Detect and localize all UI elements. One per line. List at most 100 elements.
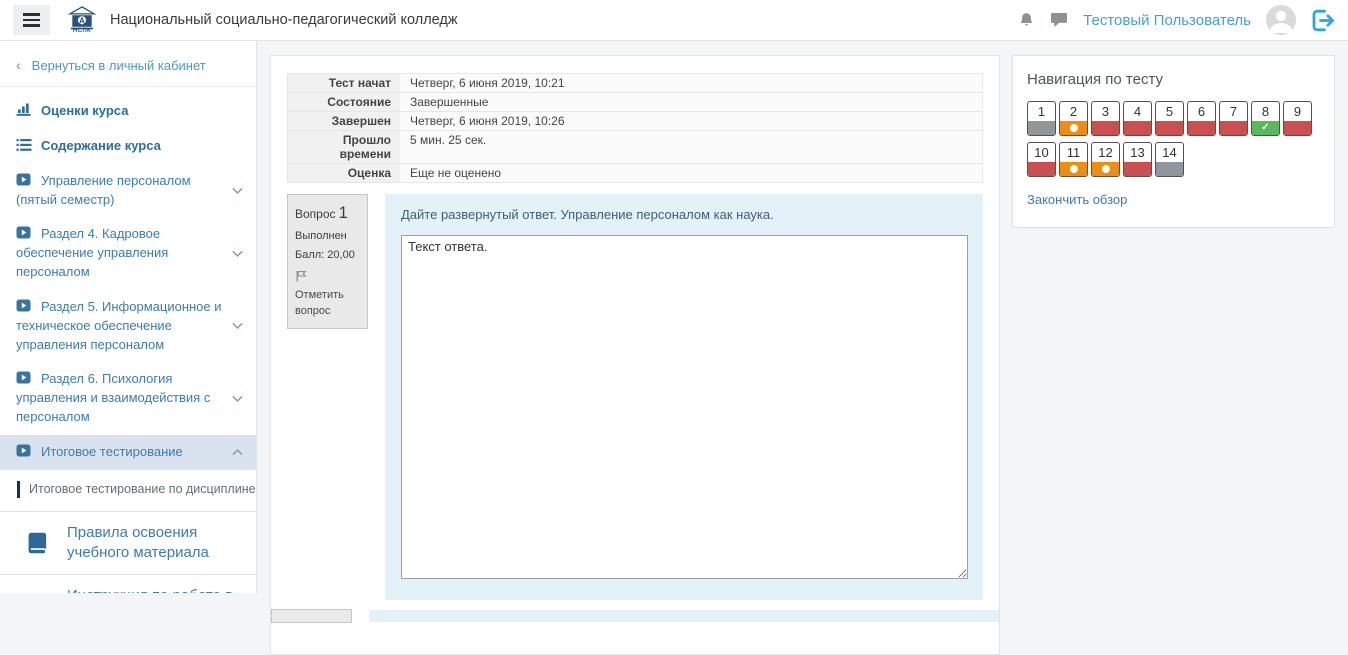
quiz-nav-number: 5 xyxy=(1156,102,1183,121)
sidebar-resource-label: Инструкция по работе в системе обучения xyxy=(67,586,242,593)
summary-label: Состояние xyxy=(288,93,400,111)
summary-row: ОценкаЕще не оценено xyxy=(288,164,982,183)
quiz-nav-grid: 12345678✓91011121314 xyxy=(1027,101,1317,177)
sidebar-item-label: Раздел 5. Информационное и техническое о… xyxy=(16,299,222,352)
summary-row: Тест начатЧетверг, 6 июня 2019, 10:21 xyxy=(288,74,982,93)
sidebar-subitem-label: Итоговое тестирование по дисциплине xyxy=(29,482,256,496)
quiz-nav-button[interactable]: 5 xyxy=(1155,101,1184,136)
play-icon xyxy=(16,172,32,187)
quiz-nav-number: 11 xyxy=(1060,143,1087,162)
book-icon xyxy=(21,529,53,557)
top-bar: А НСПК Национальный социально-педагогиче… xyxy=(0,0,1348,41)
hamburger-menu-button[interactable] xyxy=(13,5,50,35)
chevron-down-icon[interactable] xyxy=(232,250,243,257)
quiz-nav-state-partial xyxy=(1092,162,1119,176)
quiz-nav-state-pending xyxy=(1156,162,1183,176)
quiz-navigation-title: Навигация по тесту xyxy=(1027,71,1320,88)
quiz-review-panel: Тест начатЧетверг, 6 июня 2019, 10:21Сос… xyxy=(270,55,1000,655)
sidebar-subitem-active[interactable]: Итоговое тестирование по дисциплине xyxy=(0,472,256,511)
sidebar-item-label: Раздел 6. Психология управления и взаимо… xyxy=(16,371,210,424)
sidebar-item[interactable]: Оценки курса xyxy=(0,94,256,129)
college-logo-icon: А xyxy=(68,6,96,30)
quiz-nav-button[interactable]: 3 xyxy=(1091,101,1120,136)
quiz-nav-button[interactable]: 1 xyxy=(1027,101,1056,136)
sidebar-item-label: Управление персоналом (пятый семестр) xyxy=(16,173,191,207)
quiz-nav-number: 6 xyxy=(1188,102,1215,121)
quiz-navigation-panel: Навигация по тесту 12345678✓91011121314 … xyxy=(1012,55,1335,228)
quiz-nav-button[interactable]: 11 xyxy=(1059,142,1088,177)
college-logo[interactable]: А НСПК xyxy=(66,6,98,34)
summary-label: Прошло времени xyxy=(288,131,400,163)
college-logo-text: НСПК xyxy=(73,28,91,34)
answer-textarea[interactable]: Текст ответа. xyxy=(401,235,968,579)
notifications-button[interactable] xyxy=(1018,12,1035,29)
quiz-nav-state-correct: ✓ xyxy=(1252,121,1279,135)
quiz-nav-button[interactable]: 7 xyxy=(1219,101,1248,136)
next-question-content xyxy=(369,610,999,622)
quiz-nav-button[interactable]: 14 xyxy=(1155,142,1184,177)
quiz-nav-button[interactable]: 4 xyxy=(1123,101,1152,136)
sidebar-item[interactable]: Содержание курса xyxy=(0,129,256,164)
sidebar-item-label: Итоговое тестирование xyxy=(41,444,183,459)
next-question-block-partial xyxy=(271,609,999,623)
back-to-dashboard-link[interactable]: ‹Вернуться в личный кабинет xyxy=(0,41,256,86)
play-icon xyxy=(16,298,32,313)
quiz-nav-state-partial xyxy=(1060,162,1087,176)
quiz-nav-button[interactable]: 13 xyxy=(1123,142,1152,177)
summary-label: Тест начат xyxy=(288,74,400,92)
sidebar: ‹Вернуться в личный кабинет Оценки курса… xyxy=(0,41,257,593)
sidebar-resource-link[interactable]: Правила освоения учебного материала xyxy=(0,512,256,576)
sidebar-resource-label: Правила освоения учебного материала xyxy=(67,523,242,564)
quiz-nav-button[interactable]: 2 xyxy=(1059,101,1088,136)
sidebar-item[interactable]: Управление персоналом (пятый семестр) xyxy=(0,164,256,218)
bell-icon xyxy=(1018,12,1035,29)
quiz-nav-button[interactable]: 12 xyxy=(1091,142,1120,177)
quiz-nav-button[interactable]: 8✓ xyxy=(1251,101,1280,136)
summary-label: Оценка xyxy=(288,164,400,182)
question-mark: Балл: 20,00 xyxy=(295,249,360,261)
finish-review-link[interactable]: Закончить обзор xyxy=(1027,192,1127,207)
sidebar-item[interactable]: Раздел 4. Кадровое обеспечение управлени… xyxy=(0,217,256,290)
active-indicator-bar xyxy=(17,481,20,498)
partial-dot-icon xyxy=(1070,124,1078,132)
play-icon xyxy=(16,225,32,240)
quiz-nav-number: 1 xyxy=(1028,102,1055,121)
avatar[interactable] xyxy=(1266,5,1296,35)
summary-value: 5 мин. 25 сек. xyxy=(400,131,982,163)
user-name-link[interactable]: Тестовый Пользователь xyxy=(1083,12,1251,29)
logout-icon xyxy=(1311,9,1336,32)
flag-question-link[interactable]: Отметить вопрос xyxy=(295,270,360,320)
bar-chart-icon xyxy=(16,102,32,117)
quiz-nav-number: 13 xyxy=(1124,143,1151,162)
logout-button[interactable] xyxy=(1311,9,1336,32)
quiz-nav-number: 2 xyxy=(1060,102,1087,121)
question-number: Вопрос1 xyxy=(295,203,360,223)
quiz-nav-state-incorrect xyxy=(1092,121,1119,135)
messages-button[interactable] xyxy=(1050,12,1068,28)
question-info-box: Вопрос1 Выполнен Балл: 20,00 Отметить во… xyxy=(287,194,368,329)
quiz-nav-state-incorrect xyxy=(1124,121,1151,135)
chevron-down-icon[interactable] xyxy=(232,187,243,194)
chevron-down-icon[interactable] xyxy=(232,323,243,330)
question-block: Вопрос1 Выполнен Балл: 20,00 Отметить во… xyxy=(287,194,983,600)
quiz-nav-state-incorrect xyxy=(1220,121,1247,135)
quiz-nav-button[interactable]: 9 xyxy=(1283,101,1312,136)
attempt-summary-table: Тест начатЧетверг, 6 июня 2019, 10:21Сос… xyxy=(287,73,983,183)
chevron-up-icon[interactable] xyxy=(232,449,243,456)
quiz-nav-button[interactable]: 6 xyxy=(1187,101,1216,136)
summary-row: ЗавершенЧетверг, 6 июня 2019, 10:26 xyxy=(288,112,982,131)
quiz-nav-state-incorrect xyxy=(1124,162,1151,176)
quiz-nav-button[interactable]: 10 xyxy=(1027,142,1056,177)
summary-value: Четверг, 6 июня 2019, 10:26 xyxy=(400,112,982,130)
sidebar-item[interactable]: Итоговое тестирование xyxy=(0,435,256,470)
chevron-down-icon[interactable] xyxy=(232,395,243,402)
sidebar-item[interactable]: Раздел 6. Психология управления и взаимо… xyxy=(0,362,256,435)
chat-bubble-icon xyxy=(1050,12,1068,28)
sidebar-resource-link[interactable]: ?Инструкция по работе в системе обучения xyxy=(0,575,256,593)
quiz-nav-state-incorrect xyxy=(1156,121,1183,135)
sidebar-item[interactable]: Раздел 5. Информационное и техническое о… xyxy=(0,290,256,363)
sidebar-item-label: Оценки курса xyxy=(41,103,128,118)
sidebar-resources: Правила освоения учебного материала ?Инст… xyxy=(0,511,256,593)
play-icon xyxy=(16,443,32,458)
summary-value: Четверг, 6 июня 2019, 10:21 xyxy=(400,74,982,92)
